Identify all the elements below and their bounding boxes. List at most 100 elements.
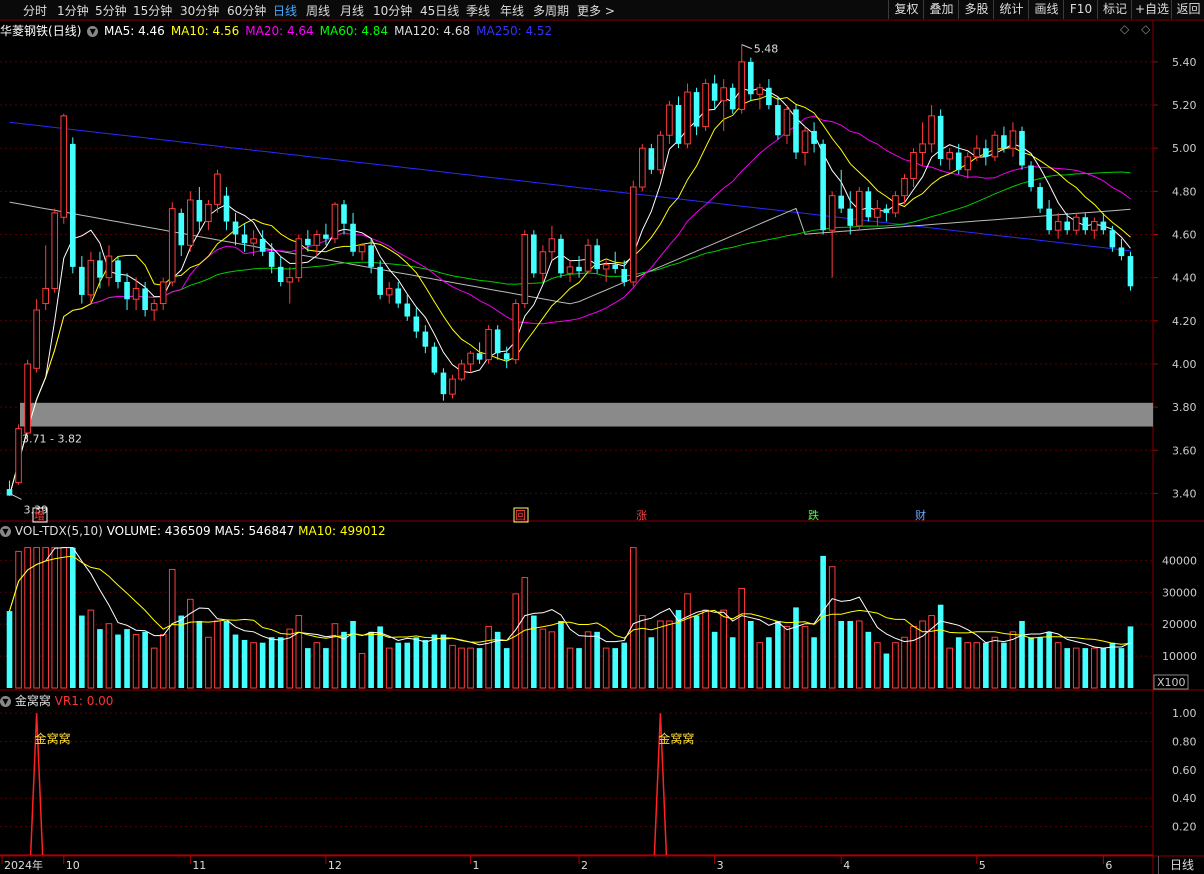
- candle-down: [69, 143, 76, 267]
- candle-up: [51, 212, 59, 289]
- settings-icon[interactable]: ◇: [1141, 22, 1150, 36]
- vol-title: VOL-TDX(5,10): [14, 524, 103, 538]
- main-info-bar: 华菱钢铁(日线) ▼ MA5: 4.46 MA10: 4.56 MA20: 4.64…: [0, 22, 558, 39]
- ma60-line: [9, 171, 1131, 496]
- volume-bar-up: [467, 647, 474, 689]
- candle-up: [295, 238, 303, 279]
- candle-down: [124, 281, 130, 300]
- price-axis-label: 3.60: [1172, 444, 1197, 457]
- candle-down: [404, 303, 411, 317]
- candle-down: [612, 264, 619, 270]
- time-label-9: 6: [1105, 859, 1112, 872]
- ind-dropdown-icon[interactable]: ▼: [0, 696, 11, 707]
- candle-up: [358, 244, 366, 253]
- volume-bar-down: [865, 631, 872, 688]
- stock-chart[interactable]: 5.40 5.20 5.00 4.80 4.60 4.40 4.20 4.00 3.80 3.60…: [0, 0, 1204, 874]
- volume-bar-down: [422, 639, 429, 688]
- volume-bar-down: [612, 648, 619, 688]
- candle-down: [1064, 221, 1071, 231]
- candle-down: [1001, 135, 1007, 149]
- candle-down: [115, 260, 121, 282]
- volume-bar-up: [51, 547, 59, 689]
- candle-up: [783, 108, 791, 136]
- volume-bar-down: [747, 620, 754, 688]
- event-marker-4: 财: [915, 508, 926, 522]
- volume-bar-up: [548, 631, 556, 689]
- ma-label-2: MA20: 4.64: [245, 24, 314, 38]
- volume-bar-up: [991, 636, 999, 689]
- candle-up: [991, 134, 999, 158]
- volume-bar-up: [205, 636, 212, 689]
- volume-bar-up: [602, 647, 610, 689]
- volume-bar-up: [666, 620, 673, 689]
- volume-axis-label: 20000: [1162, 618, 1197, 631]
- price-axis-label: 5.00: [1172, 142, 1197, 155]
- volume-bar-down: [1046, 631, 1052, 688]
- volume-info-bar: ▼ VOL-TDX(5,10) VOLUME: 436509 MA5: 5468…: [0, 524, 386, 538]
- candle-up: [1054, 221, 1062, 231]
- time-label-0: 2024年: [4, 858, 43, 872]
- candle-down: [323, 234, 329, 239]
- volume-bar-up: [449, 644, 456, 689]
- diamond-icon[interactable]: ◇: [1120, 22, 1129, 36]
- vol-dropdown-icon[interactable]: ▼: [0, 526, 11, 537]
- volume-bar-up: [539, 628, 547, 689]
- candle-up: [738, 61, 746, 110]
- candle-down: [1109, 230, 1116, 248]
- volume-bar-down: [594, 631, 600, 688]
- price-axis-label: 5.40: [1172, 56, 1197, 69]
- candle-down: [341, 204, 347, 224]
- candle-down: [838, 195, 845, 209]
- ma-label-3: MA60: 4.84: [319, 24, 389, 38]
- volume-bar-down: [323, 648, 329, 688]
- volume-unit: X100: [1157, 676, 1186, 689]
- candle-up: [666, 104, 673, 136]
- candle-down: [259, 238, 266, 252]
- candle-up: [24, 363, 31, 434]
- volume-bar-up: [639, 615, 646, 689]
- period-button-bottom[interactable]: 日线: [1158, 856, 1204, 874]
- candle-up: [928, 115, 935, 145]
- volume-bar-down: [115, 634, 121, 688]
- volume-bar-down: [476, 648, 483, 688]
- time-label-8: 5: [979, 859, 986, 872]
- volume-bar-up: [331, 623, 339, 689]
- volume-bar-down: [1118, 648, 1125, 688]
- volume-bar-up: [521, 577, 529, 689]
- volume-bar-down: [648, 637, 655, 688]
- volume-bar-up: [313, 642, 321, 689]
- candle-up: [756, 87, 764, 95]
- volume-bar-up: [855, 620, 863, 689]
- candle-up: [521, 234, 529, 305]
- candle-up: [892, 195, 899, 214]
- volume-bar-down: [431, 634, 438, 688]
- time-label-1: 10: [66, 859, 80, 872]
- volume-bar-down: [404, 642, 411, 688]
- volume-bar-down: [838, 620, 845, 688]
- candle-down: [142, 288, 148, 311]
- volume-bar-down: [576, 648, 582, 688]
- volume-bar-up: [150, 647, 158, 689]
- candle-down: [675, 105, 682, 144]
- time-label-4: 1: [473, 859, 480, 872]
- high-marker-line: [741, 44, 752, 50]
- dropdown-icon[interactable]: ▼: [87, 26, 99, 37]
- volume-bar-down: [983, 642, 989, 688]
- volume-bar-down: [142, 631, 148, 688]
- candle-up: [910, 152, 917, 179]
- candle-up: [33, 309, 40, 369]
- indicator-title: 金窝窝: [14, 694, 51, 708]
- volume-bar-down: [793, 607, 799, 688]
- volume-bar-down: [775, 620, 781, 688]
- candle-up: [42, 287, 49, 305]
- candle-down: [711, 83, 718, 101]
- candle-up: [250, 238, 257, 244]
- candle-up: [548, 238, 556, 253]
- price-axis-label: 4.60: [1172, 229, 1197, 242]
- candle-up: [449, 378, 456, 395]
- volume-bar-down: [277, 637, 284, 688]
- volume-bar-up: [1054, 642, 1062, 689]
- volume-bar-down: [178, 615, 185, 688]
- candle-up: [702, 82, 709, 128]
- volume-bar-up: [783, 625, 791, 689]
